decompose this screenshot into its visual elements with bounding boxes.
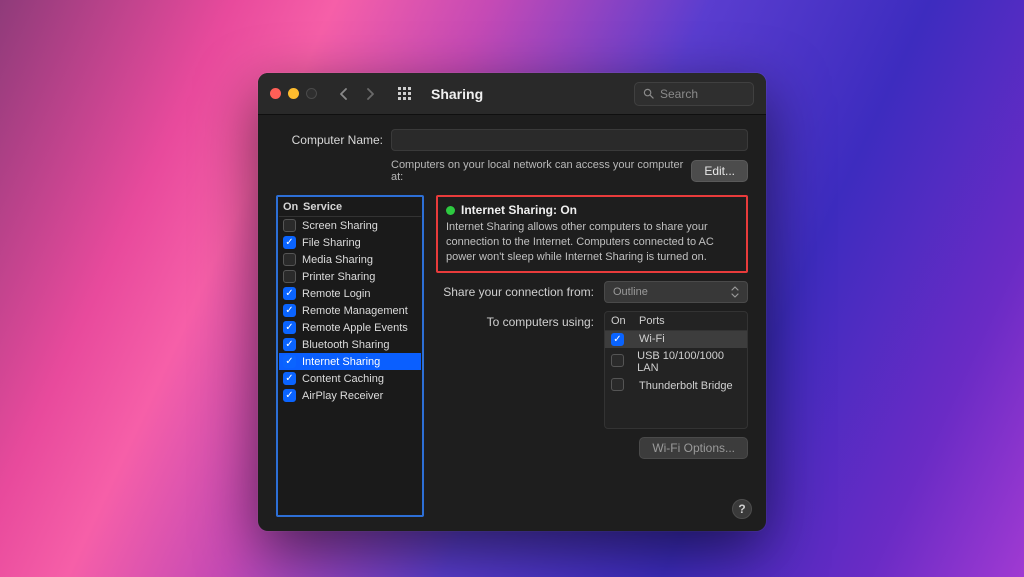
main-columns: On Service Screen Sharing ✓ File Sharing Me… — [276, 195, 748, 517]
port-row[interactable]: ✓ Wi-Fi — [605, 331, 747, 348]
service-checkbox[interactable]: ✓ — [283, 355, 296, 368]
service-label: Remote Management — [302, 305, 408, 317]
help-button[interactable]: ? — [732, 499, 752, 519]
service-row[interactable]: ✓ Content Caching — [279, 370, 421, 387]
help-icon: ? — [738, 502, 745, 516]
service-checkbox[interactable]: ✓ — [283, 236, 296, 249]
forward-button[interactable] — [359, 83, 381, 105]
sharing-prefpane-window: Sharing Search Computer Name: Computers … — [258, 73, 766, 531]
service-checkbox[interactable]: ✓ — [283, 389, 296, 402]
ports-header: On Ports — [605, 312, 747, 331]
service-label: Bluetooth Sharing — [302, 339, 389, 351]
service-checkbox[interactable]: ✓ — [283, 321, 296, 334]
port-row[interactable]: Thunderbolt Bridge — [605, 376, 747, 396]
share-from-label: Share your connection from: — [436, 285, 604, 299]
edit-button[interactable]: Edit... — [691, 160, 748, 182]
port-checkbox[interactable] — [611, 378, 624, 391]
port-label: Thunderbolt Bridge — [639, 380, 733, 392]
detail-column: Internet Sharing: On Internet Sharing al… — [436, 195, 748, 517]
service-row[interactable]: Media Sharing — [279, 251, 421, 268]
to-using-row: To computers using: On Ports ✓ Wi-Fi USB 1… — [436, 311, 748, 429]
search-icon — [643, 88, 654, 99]
service-row[interactable]: ✓ Bluetooth Sharing — [279, 336, 421, 353]
minimize-button[interactable] — [288, 88, 299, 99]
port-label: USB 10/100/1000 LAN — [637, 350, 741, 374]
service-label: Printer Sharing — [302, 271, 375, 283]
service-row[interactable]: ✓ Remote Apple Events — [279, 319, 421, 336]
computer-name-subrow: Computers on your local network can acce… — [276, 159, 748, 183]
computer-name-subtext: Computers on your local network can acce… — [391, 159, 691, 183]
to-using-label: To computers using: — [436, 311, 604, 329]
service-row[interactable]: ✓ File Sharing — [279, 234, 421, 251]
service-checkbox[interactable]: ✓ — [283, 287, 296, 300]
ports-header-ports: Ports — [639, 315, 665, 327]
close-button[interactable] — [270, 88, 281, 99]
service-checkbox[interactable] — [283, 219, 296, 232]
search-field[interactable]: Search — [634, 82, 754, 106]
share-from-select[interactable]: Outline — [604, 281, 748, 303]
service-label: Screen Sharing — [302, 220, 378, 232]
nav-arrows — [333, 83, 381, 105]
ports-table[interactable]: On Ports ✓ Wi-Fi USB 10/100/1000 LAN Thunde… — [604, 311, 748, 429]
traffic-lights — [270, 88, 317, 99]
service-list-header: On Service — [279, 198, 421, 217]
service-row[interactable]: ✓ Remote Login — [279, 285, 421, 302]
service-label: Content Caching — [302, 373, 384, 385]
service-row[interactable]: ✓ AirPlay Receiver — [279, 387, 421, 404]
service-checkbox[interactable]: ✓ — [283, 304, 296, 317]
service-label: AirPlay Receiver — [302, 390, 383, 402]
service-checkbox[interactable]: ✓ — [283, 338, 296, 351]
service-checkbox[interactable]: ✓ — [283, 372, 296, 385]
service-label: File Sharing — [302, 237, 361, 249]
service-row[interactable]: Screen Sharing — [279, 217, 421, 234]
service-header-service: Service — [303, 201, 342, 213]
service-label: Media Sharing — [302, 254, 373, 266]
service-header-on: On — [283, 201, 303, 213]
status-description: Internet Sharing allows other computers … — [446, 220, 738, 265]
computer-name-field[interactable] — [391, 129, 748, 151]
port-checkbox[interactable]: ✓ — [611, 333, 624, 346]
service-label: Remote Login — [302, 288, 371, 300]
service-label: Remote Apple Events — [302, 322, 408, 334]
service-checkbox[interactable] — [283, 253, 296, 266]
ports-header-on: On — [611, 315, 639, 327]
computer-name-row: Computer Name: — [276, 129, 748, 151]
service-row[interactable]: ✓ Remote Management — [279, 302, 421, 319]
port-row[interactable]: USB 10/100/1000 LAN — [605, 348, 747, 376]
search-placeholder: Search — [660, 87, 698, 101]
computer-name-label: Computer Name: — [276, 129, 391, 147]
share-from-row: Share your connection from: Outline — [436, 281, 748, 303]
window-title: Sharing — [431, 86, 483, 102]
zoom-button[interactable] — [306, 88, 317, 99]
port-label: Wi-Fi — [639, 333, 665, 345]
status-info-box: Internet Sharing: On Internet Sharing al… — [436, 195, 748, 273]
show-all-button[interactable] — [393, 82, 417, 106]
service-row[interactable]: ✓ Internet Sharing — [279, 353, 421, 370]
share-from-value: Outline — [613, 286, 648, 298]
wifi-options-button[interactable]: Wi-Fi Options... — [639, 437, 748, 459]
edit-button-label: Edit... — [704, 164, 735, 178]
service-checkbox[interactable] — [283, 270, 296, 283]
select-stepper-icon — [731, 286, 739, 298]
titlebar: Sharing Search — [258, 73, 766, 115]
status-indicator-icon — [446, 206, 455, 215]
service-list[interactable]: On Service Screen Sharing ✓ File Sharing Me… — [276, 195, 424, 517]
status-title: Internet Sharing: On — [461, 203, 577, 217]
back-button[interactable] — [333, 83, 355, 105]
status-line: Internet Sharing: On — [446, 203, 738, 217]
service-label: Internet Sharing — [302, 356, 380, 368]
wifi-options-label: Wi-Fi Options... — [652, 441, 735, 455]
port-checkbox[interactable] — [611, 354, 624, 367]
service-row[interactable]: Printer Sharing — [279, 268, 421, 285]
content-area: Computer Name: Computers on your local n… — [258, 115, 766, 531]
